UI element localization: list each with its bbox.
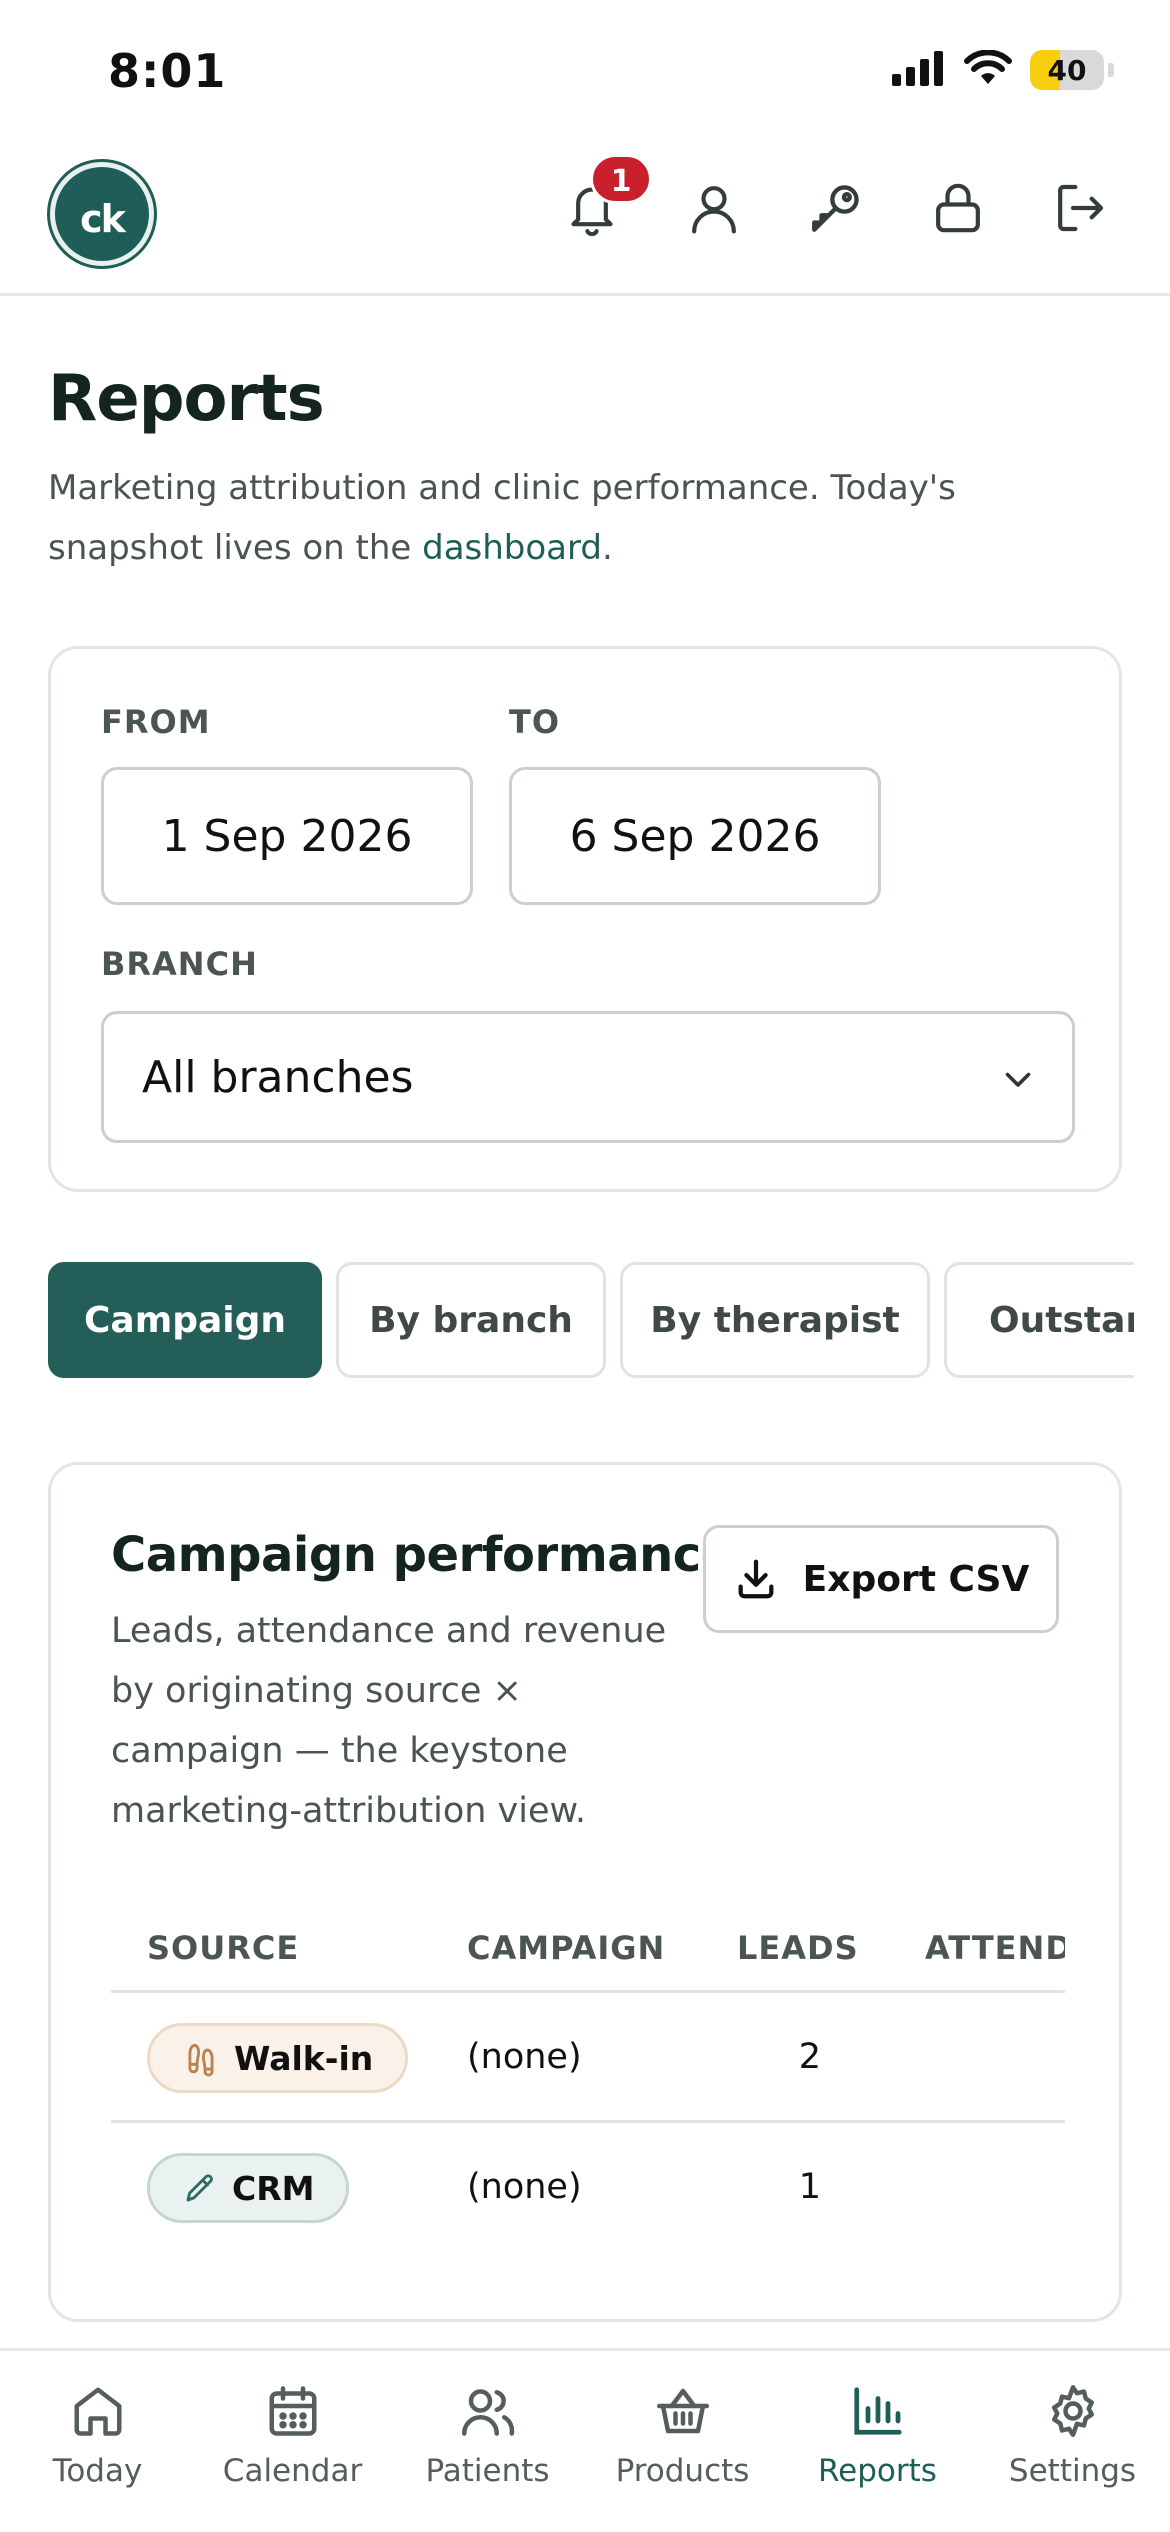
to-date-input[interactable]: 6 Sep 2026 (509, 767, 881, 905)
table-row[interactable]: Walk-in (none) 2 (111, 1993, 1065, 2123)
nav-label: Today (52, 2453, 143, 2489)
lock-icon (936, 183, 980, 233)
status-time: 8:01 (108, 44, 227, 98)
logout-icon (1058, 184, 1104, 232)
key-icon (812, 185, 859, 232)
lock-button[interactable] (928, 178, 988, 238)
tab-outstanding[interactable]: Outstan (944, 1262, 1134, 1378)
status-icons: 40 (892, 49, 1114, 90)
table-header: SOURCE CAMPAIGN LEADS ATTEND (111, 1895, 1065, 1993)
nav-label: Patients (425, 2453, 550, 2489)
notifications-button[interactable]: 1 (562, 154, 652, 238)
bottom-nav: Today Calendar Patients Products Reports… (0, 2348, 1170, 2532)
gear-icon (1051, 2385, 1094, 2437)
change-password-button[interactable] (806, 178, 866, 238)
header-actions: 1 (562, 154, 1110, 238)
nav-label: Settings (1008, 2453, 1137, 2489)
dashboard-link[interactable]: dashboard (422, 528, 602, 568)
user-icon (692, 186, 736, 234)
source-label: Walk-in (234, 2038, 374, 2078)
logo-text: ck (80, 197, 126, 241)
download-icon (738, 1559, 774, 1599)
profile-button[interactable] (684, 178, 744, 238)
column-header-campaign: CAMPAIGN (467, 1929, 666, 1967)
nav-reports[interactable]: Reports (780, 2351, 975, 2532)
users-icon (461, 2389, 514, 2436)
card-title: Campaign performance (111, 1527, 733, 1583)
leads-cell: 2 (798, 2037, 821, 2077)
nav-label: Calendar (222, 2453, 363, 2489)
tab-by-branch[interactable]: By branch (336, 1262, 606, 1378)
basket-icon (656, 2388, 709, 2434)
nav-patients[interactable]: Patients (390, 2351, 585, 2532)
branch-label: BRANCH (101, 945, 258, 983)
report-tabs: Campaign By branch By therapist Outstan (48, 1262, 1134, 1378)
branch-select[interactable]: All branches (101, 1011, 1075, 1143)
table-row[interactable]: CRM (none) 1 (111, 2123, 1065, 2253)
column-header-attended: ATTEND (925, 1929, 1065, 1967)
from-date-input[interactable]: 1 Sep 2026 (101, 767, 473, 905)
nav-calendar[interactable]: Calendar (195, 2351, 390, 2532)
nav-label: Products (615, 2453, 750, 2489)
source-pill: CRM (147, 2153, 350, 2223)
logout-button[interactable] (1050, 178, 1110, 238)
export-csv-button[interactable]: Export CSV (703, 1525, 1059, 1633)
campaign-cell: (none) (467, 2037, 582, 2077)
nav-today[interactable]: Today (0, 2351, 195, 2532)
battery-level: 40 (1047, 54, 1087, 87)
campaign-cell: (none) (467, 2167, 582, 2207)
source-pill: Walk-in (147, 2023, 409, 2093)
tab-by-therapist[interactable]: By therapist (620, 1262, 930, 1378)
column-header-source: SOURCE (147, 1929, 300, 1967)
tab-campaign[interactable]: Campaign (48, 1262, 322, 1378)
status-bar: 8:01 40 (0, 0, 1170, 140)
battery-icon: 40 (1030, 50, 1104, 90)
subtitle-period: . (601, 528, 613, 568)
bar-chart-icon (853, 2387, 902, 2435)
signal-icon (892, 50, 946, 90)
nav-settings[interactable]: Settings (975, 2351, 1170, 2532)
wifi-icon (964, 49, 1012, 90)
nav-products[interactable]: Products (585, 2351, 780, 2532)
page-subtitle: Marketing attribution and clinic perform… (48, 458, 1068, 578)
page-title: Reports (48, 362, 325, 436)
campaign-performance-card: Campaign performance Leads, attendance a… (48, 1462, 1122, 2322)
campaign-table: SOURCE CAMPAIGN LEADS ATTEND Walk-in (no… (111, 1895, 1065, 2285)
to-label: TO (509, 703, 561, 741)
card-description: Leads, attendance and revenue by origina… (111, 1611, 667, 1831)
app-header: ck 1 (0, 140, 1170, 296)
from-label: FROM (101, 703, 211, 741)
home-icon (74, 2387, 121, 2436)
branch-select-value: All branches (142, 1051, 414, 1103)
battery-cap (1108, 63, 1114, 77)
filter-card: FROM 1 Sep 2026 TO 6 Sep 2026 BRANCH All… (48, 646, 1122, 1192)
footprints-icon (188, 2043, 214, 2077)
chevron-down-icon (1005, 1072, 1031, 1087)
leads-cell: 1 (798, 2167, 821, 2207)
calendar-icon (269, 2386, 316, 2436)
logo[interactable]: ck (50, 162, 154, 266)
pencil-icon (186, 2174, 213, 2202)
export-csv-label: Export CSV (802, 1558, 1030, 1600)
notification-badge: 1 (590, 154, 652, 204)
nav-label: Reports (818, 2453, 937, 2489)
column-header-leads: LEADS (737, 1929, 859, 1967)
source-label: CRM (232, 2168, 315, 2208)
